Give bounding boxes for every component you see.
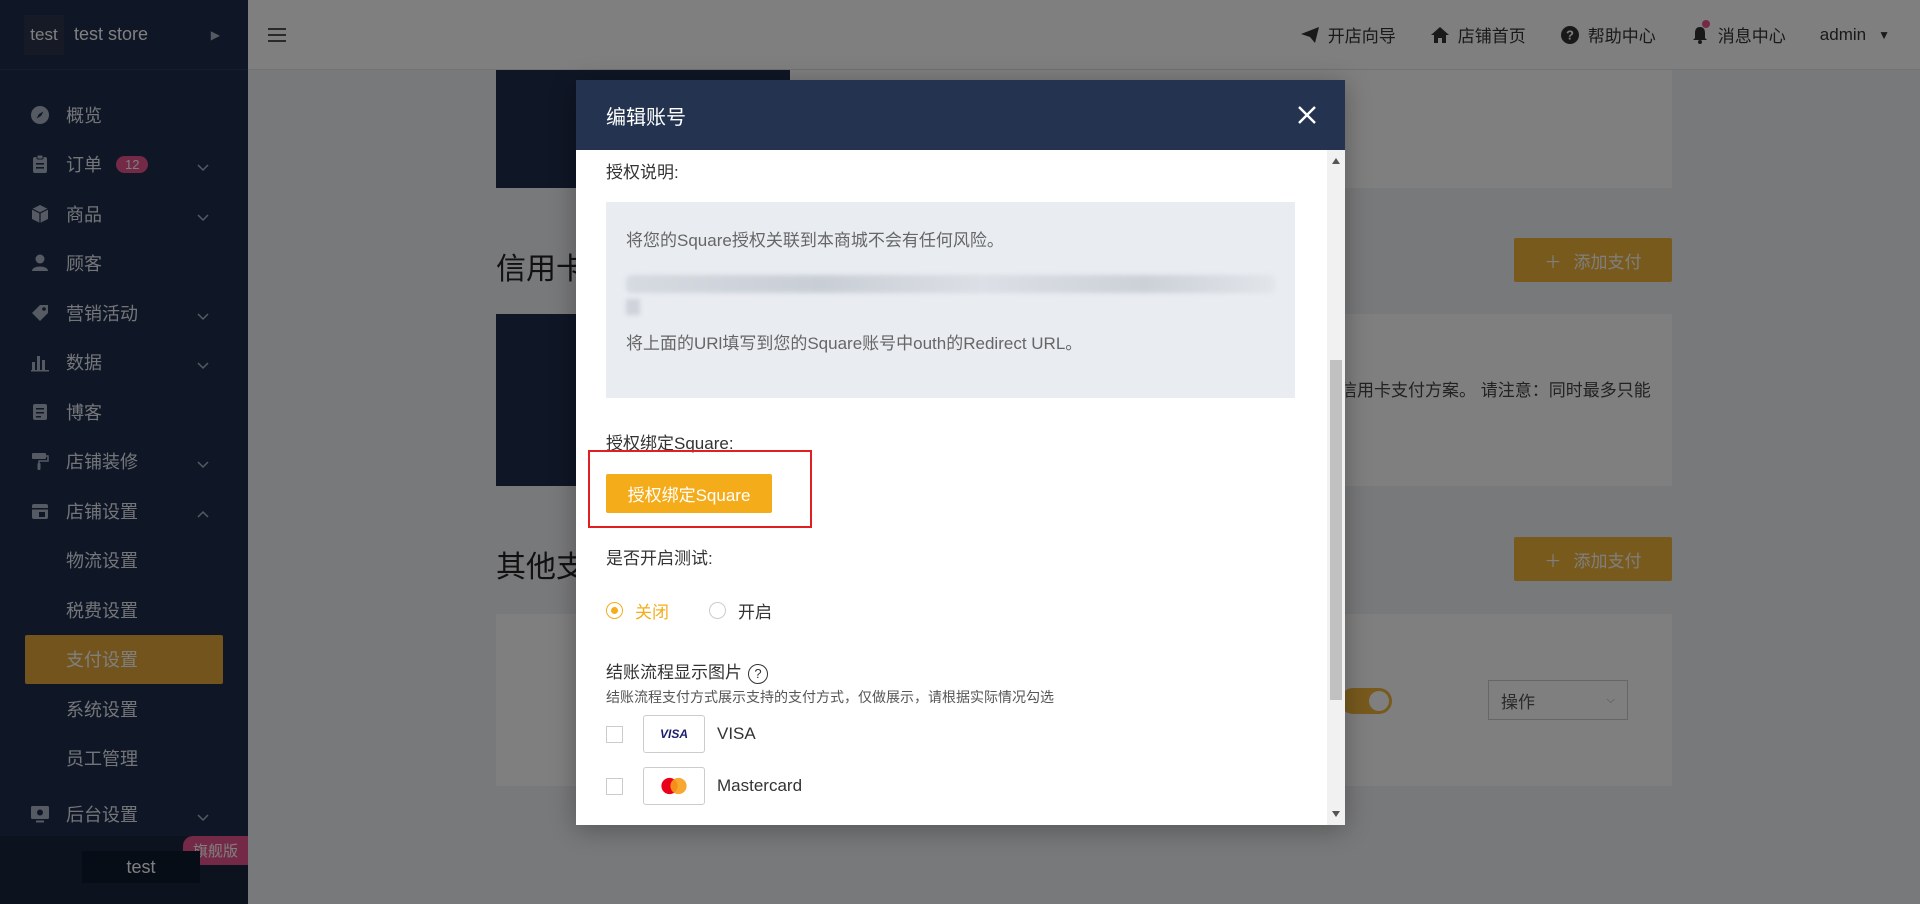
auth-note-line3: 将上面的URl填写到您的Square账号中outh的Redirect URL。 (626, 334, 1083, 353)
radio-off[interactable] (606, 602, 623, 619)
question-icon[interactable]: ? (748, 663, 768, 684)
card-option-visa: VISA VISA (606, 715, 756, 753)
edit-account-modal: 编辑账号 授权说明: 将您的Square授权关联到本商城不会有任何风险。 将上面… (576, 80, 1345, 825)
radio-on-label[interactable]: 开启 (738, 598, 772, 623)
mastercard-checkbox[interactable] (606, 777, 623, 795)
redacted-url (626, 275, 1275, 293)
modal-header: 编辑账号 (576, 80, 1345, 150)
scroll-down-icon[interactable] (1332, 811, 1340, 817)
mastercard-logo-icon (643, 767, 705, 805)
visa-logo-icon: VISA (643, 715, 705, 753)
auth-note-label: 授权说明: (606, 163, 679, 182)
scrollbar-thumb[interactable] (1330, 360, 1342, 700)
auth-note-box: 将您的Square授权关联到本商城不会有任何风险。 将上面的URl填写到您的Sq… (606, 202, 1295, 398)
visa-label: VISA (717, 724, 756, 743)
checkout-images-label: 结账流程显示图片? (606, 658, 768, 684)
test-mode-label: 是否开启测试: (606, 549, 713, 568)
card-option-mastercard: Mastercard (606, 767, 802, 805)
radio-off-label[interactable]: 关闭 (635, 598, 669, 623)
redacted-url-tail (626, 299, 640, 315)
bind-square-button[interactable]: 授权绑定Square (606, 474, 772, 513)
modal-body: 授权说明: 将您的Square授权关联到本商城不会有任何风险。 将上面的URl填… (576, 150, 1327, 825)
modal-scrollbar[interactable] (1327, 150, 1345, 825)
radio-on[interactable] (709, 602, 726, 619)
test-mode-radio-group: 关闭 开启 (606, 598, 772, 623)
checkout-images-description: 结账流程支付方式展示支持的支付方式，仅做展示，请根据实际情况勾选 (606, 689, 1054, 705)
mastercard-label: Mastercard (717, 776, 803, 795)
visa-checkbox[interactable] (606, 725, 623, 743)
checkout-images-text: 结账流程显示图片 (606, 663, 742, 682)
scroll-up-icon[interactable] (1332, 158, 1340, 164)
close-icon[interactable] (1297, 105, 1317, 125)
modal-title: 编辑账号 (606, 106, 686, 129)
auth-note-line1: 将您的Square授权关联到本商城不会有任何风险。 (626, 231, 1004, 250)
svg-text:VISA: VISA (660, 727, 688, 741)
